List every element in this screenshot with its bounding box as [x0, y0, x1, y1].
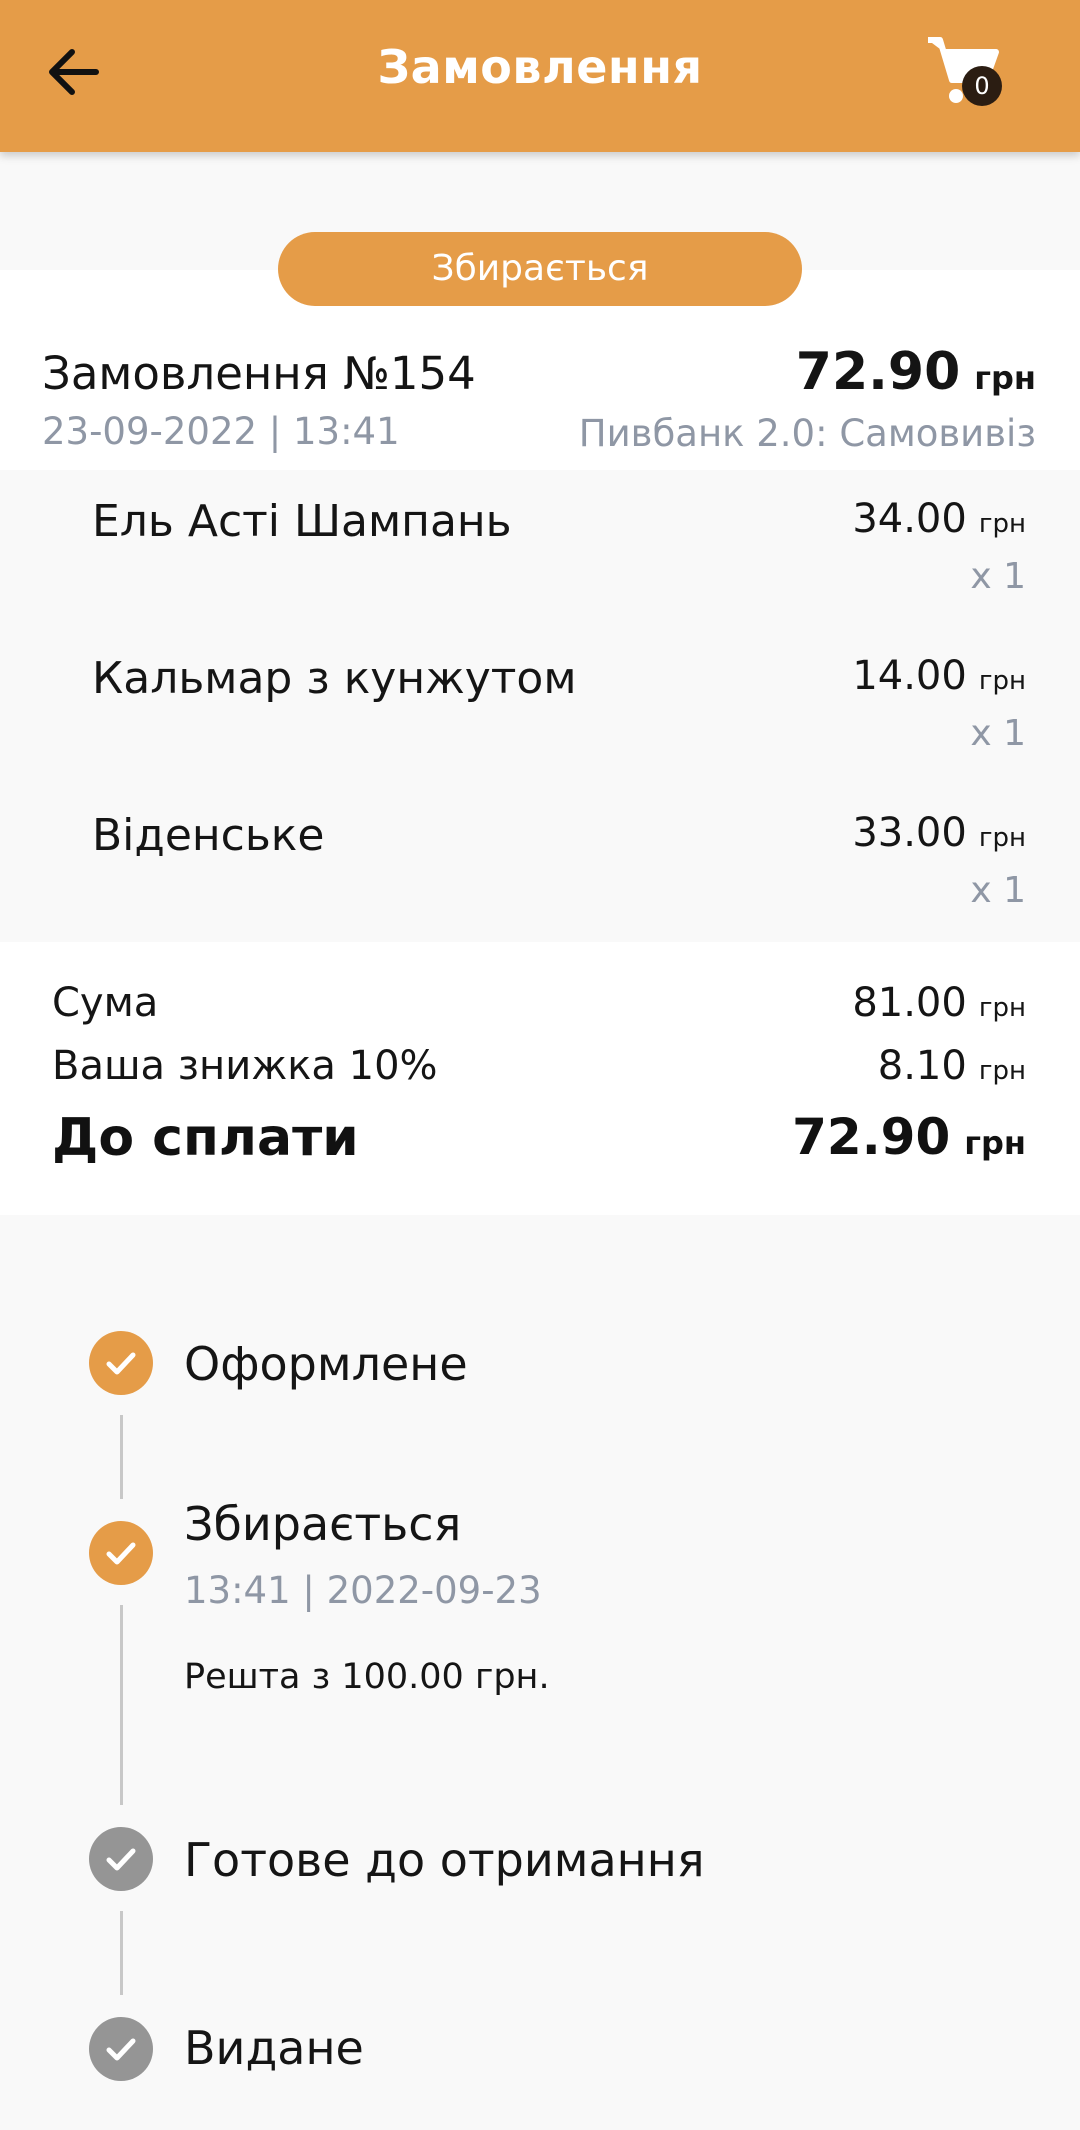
order-status-badge: Збирається: [278, 232, 802, 306]
discount-value: 8.10 грн: [878, 1043, 1026, 1089]
check-icon: [106, 2038, 136, 2061]
timeline-step-pending: [89, 2017, 153, 2081]
item-price: 33.00 грн: [852, 810, 1026, 856]
item-price-currency: грн: [978, 823, 1026, 853]
timeline-step-time: 13:41 | 2022-09-23: [184, 1569, 542, 1612]
item-price: 14.00 грн: [852, 653, 1026, 699]
item-price-currency: грн: [978, 666, 1026, 696]
page-title: Замовлення: [377, 40, 703, 94]
item-price-value: 33.00: [852, 810, 967, 856]
list-item: Ель Асті Шампань 34.00 грн x 1: [0, 470, 1080, 620]
discount-currency: грн: [978, 1056, 1026, 1086]
app-bar: Замовлення 0: [0, 0, 1080, 152]
total-due-row: До сплати 72.90 грн: [52, 1108, 1026, 1178]
order-items-list: Ель Асті Шампань 34.00 грн x 1 Кальмар з …: [0, 470, 1080, 942]
discount-amount: 8.10: [877, 1043, 967, 1089]
list-item: Віденське 33.00 грн x 1: [0, 784, 1080, 934]
subtotal-currency: грн: [978, 993, 1026, 1023]
timeline-step-title: Оформлене: [184, 1337, 468, 1391]
total-due-value: 72.90 грн: [792, 1108, 1026, 1166]
timeline-connector: [120, 1911, 123, 1995]
order-total-currency: грн: [974, 359, 1036, 397]
item-quantity: x 1: [970, 870, 1026, 911]
timeline-connector: [120, 1415, 123, 1499]
order-total-value: 72.90: [795, 342, 961, 402]
order-number: Замовлення №154: [42, 347, 476, 400]
cart-count-badge: 0: [962, 66, 1002, 106]
item-price-value: 34.00: [852, 496, 967, 542]
discount-row: Ваша знижка 10% 8.10 грн: [52, 1043, 1026, 1099]
item-price: 34.00 грн: [852, 496, 1026, 542]
timeline-step-title: Готове до отримання: [184, 1833, 705, 1887]
timeline-step-note: Решта з 100.00 грн.: [184, 1657, 550, 1697]
order-status-timeline: Оформлене Збирається 13:41 | 2022-09-23 …: [0, 1215, 1080, 2130]
item-name: Віденське: [92, 810, 325, 861]
item-quantity: x 1: [970, 713, 1026, 754]
timeline-step-done: [89, 1521, 153, 1585]
check-icon: [106, 1848, 136, 1871]
item-name: Ель Асті Шампань: [92, 496, 512, 547]
item-quantity: x 1: [970, 556, 1026, 597]
subtotal-amount: 81.00: [852, 980, 967, 1026]
timeline-step-title: Видане: [184, 2021, 364, 2075]
timeline-step-title: Збирається: [184, 1497, 462, 1551]
timeline-connector: [120, 1605, 123, 1805]
order-total: 72.90 грн: [796, 342, 1036, 402]
subtotal-label: Сума: [52, 980, 159, 1026]
discount-label: Ваша знижка 10%: [52, 1043, 438, 1089]
check-icon: [106, 1542, 136, 1565]
timeline-step-pending: [89, 1827, 153, 1891]
check-icon: [106, 1352, 136, 1375]
item-price-currency: грн: [978, 509, 1026, 539]
total-due-label: До сплати: [52, 1108, 359, 1168]
list-item: Кальмар з кунжутом 14.00 грн x 1: [0, 627, 1080, 777]
subtotal-value: 81.00 грн: [852, 980, 1026, 1026]
subtotal-row: Сума 81.00 грн: [52, 980, 1026, 1036]
item-price-value: 14.00: [852, 653, 967, 699]
total-due-currency: грн: [964, 1124, 1026, 1162]
order-date: 23-09-2022 | 13:41: [42, 410, 400, 453]
item-name: Кальмар з кунжутом: [92, 653, 577, 704]
total-due-amount: 72.90: [792, 1108, 951, 1166]
order-shop: Пивбанк 2.0: Самовивіз: [578, 412, 1036, 455]
timeline-step-done: [89, 1331, 153, 1395]
